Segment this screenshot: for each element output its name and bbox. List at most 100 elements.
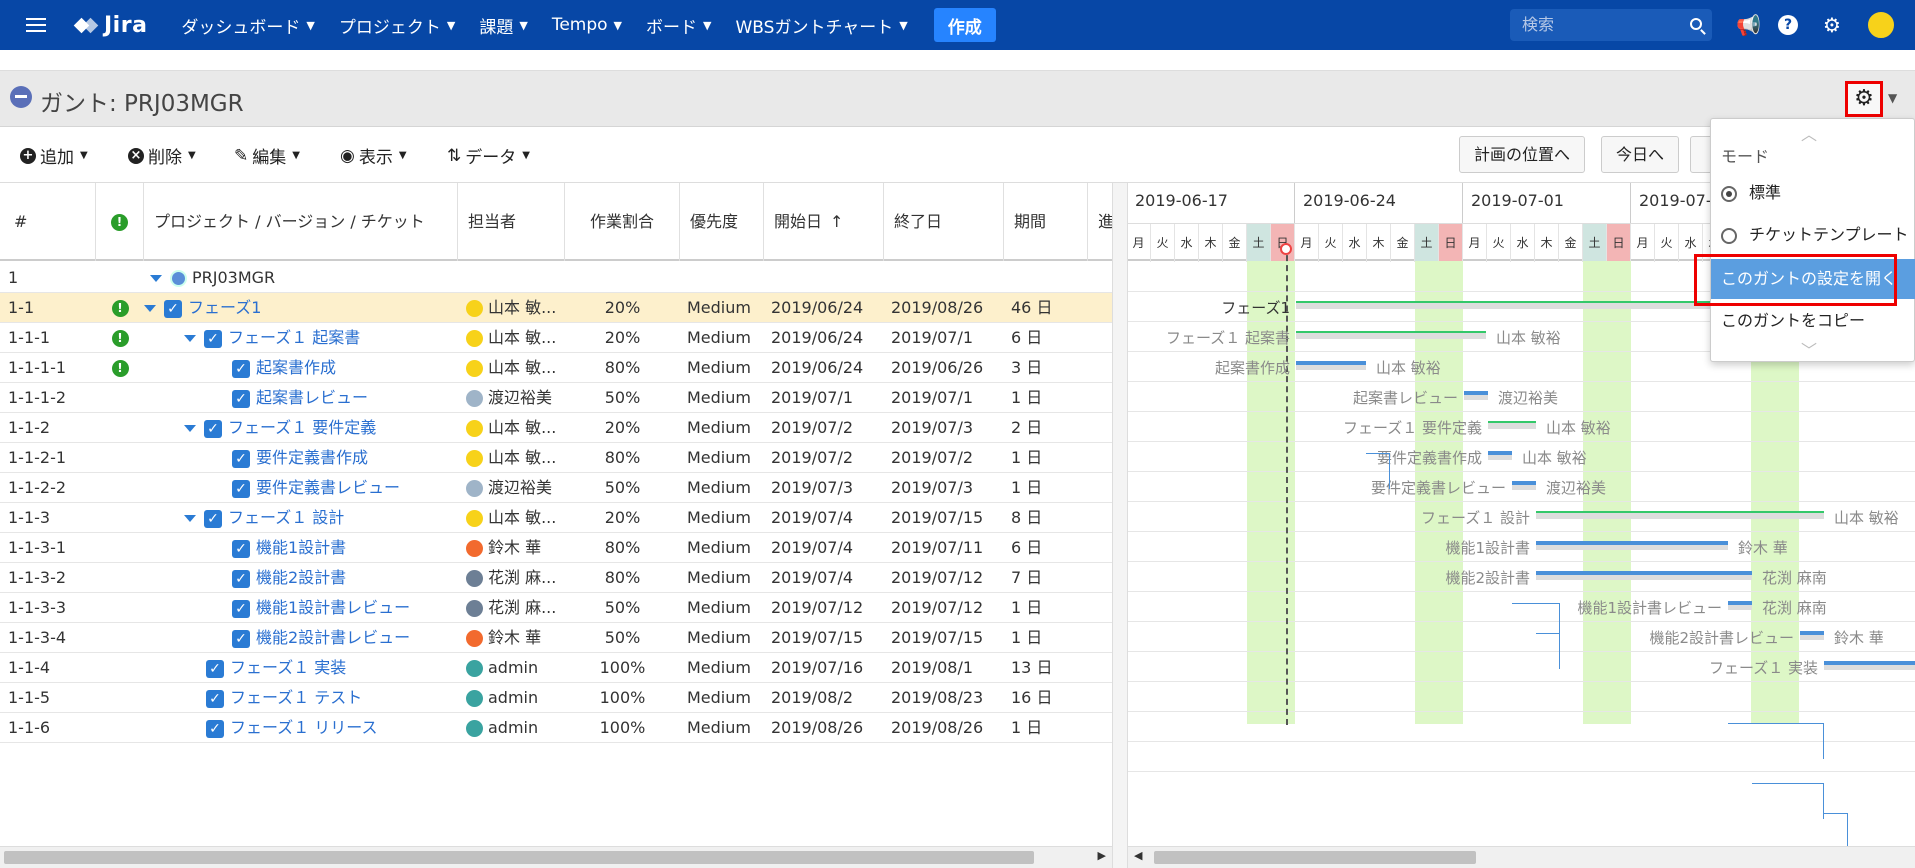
table-row[interactable]: 1-1-3-2 ✓ 機能2設計書 花渕 麻... 80% Medium 2019/07/4 2… xyxy=(0,563,1112,593)
mode-standard-option[interactable]: 標準 xyxy=(1721,179,1781,203)
checkbox-icon[interactable]: ✓ xyxy=(206,719,224,738)
summary-bar[interactable] xyxy=(1488,421,1536,429)
scroll-left-icon[interactable]: ◀ xyxy=(1134,849,1142,862)
table-row[interactable]: 1-1-2-1 ✓ 要件定義書作成 山本 敏... 80% Medium 2019/07/2… xyxy=(0,443,1112,473)
user-avatar[interactable] xyxy=(1866,10,1896,40)
settings-gear-icon[interactable]: ⚙ xyxy=(1820,13,1844,37)
table-row[interactable]: 1-1-3-4 ✓ 機能2設計書レビュー 鈴木 華 50% Medium 2019/07/1… xyxy=(0,623,1112,653)
table-row[interactable]: 1-1-1-1! ✓ 起案書作成 山本 敏... 80% Medium 2019/06/24… xyxy=(0,353,1112,383)
checkbox-icon[interactable]: ✓ xyxy=(206,659,224,678)
table-row[interactable]: 1-1-1-2 ✓ 起案書レビュー 渡辺裕美 50% Medium 2019/07/1 201… xyxy=(0,383,1112,413)
col-start[interactable]: 開始日 ↑ xyxy=(764,183,884,261)
checkbox-icon[interactable]: ✓ xyxy=(232,359,250,378)
scroll-thumb[interactable] xyxy=(4,851,1034,864)
expand-toggle-icon[interactable] xyxy=(184,515,196,522)
chevron-down-icon[interactable]: ▼ xyxy=(1888,91,1897,105)
col-num[interactable]: # xyxy=(0,183,96,261)
checkbox-icon[interactable]: ✓ xyxy=(232,389,250,408)
hamburger-menu-icon[interactable] xyxy=(26,18,46,32)
nav-menu-1[interactable]: プロジェクト ▼ xyxy=(339,13,455,38)
data-menu-button[interactable]: ⇅ データ ▼ xyxy=(447,143,530,169)
col-priority[interactable]: 優先度 xyxy=(680,183,764,261)
nav-menu-0[interactable]: ダッシュボード ▼ xyxy=(181,13,314,38)
row-name[interactable]: ✓ フェーズ１ 設計 xyxy=(184,503,458,533)
col-assignee[interactable]: 担当者 xyxy=(458,183,565,261)
col-ratio[interactable]: 作業割合 xyxy=(565,183,680,261)
megaphone-icon[interactable]: 📢 xyxy=(1736,13,1761,37)
row-name[interactable]: ✓ フェーズ1 xyxy=(144,293,458,323)
scroll-thumb[interactable] xyxy=(1154,851,1476,864)
nav-menu-4[interactable]: ボード ▼ xyxy=(646,13,711,38)
table-row[interactable]: 1-1-1! ✓ フェーズ１ 起案書 山本 敏... 20% Medium 2019/06/… xyxy=(0,323,1112,353)
add-menu-button[interactable]: + 追加 ▼ xyxy=(20,143,88,168)
gantt-settings-gear-button[interactable]: ⚙ xyxy=(1845,81,1883,117)
scroll-right-icon[interactable]: ▶ xyxy=(1098,849,1106,862)
task-bar[interactable] xyxy=(1536,541,1728,550)
row-name[interactable]: ✓ フェーズ１ テスト xyxy=(206,683,458,713)
scroll-down-chevron-icon[interactable]: ﹀ xyxy=(1801,337,1817,361)
pane-splitter[interactable] xyxy=(1112,183,1128,868)
table-row[interactable]: 1 PRJ03MGR xyxy=(0,263,1112,293)
row-name[interactable]: ✓ 機能1設計書レビュー xyxy=(232,593,458,623)
row-name[interactable]: ✓ 起案書レビュー xyxy=(232,383,458,413)
jira-logo[interactable]: Jira xyxy=(73,13,147,38)
row-name[interactable]: ✓ フェーズ１ 起案書 xyxy=(184,323,458,353)
checkbox-icon[interactable]: ✓ xyxy=(204,329,222,348)
nav-menu-2[interactable]: 課題 ▼ xyxy=(479,13,527,38)
row-name[interactable]: ✓ 機能1設計書 xyxy=(232,533,458,563)
checkbox-icon[interactable]: ✓ xyxy=(232,539,250,558)
row-name[interactable]: ✓ 起案書作成 xyxy=(232,353,458,383)
chart-horizontal-scrollbar[interactable]: ◀ xyxy=(1128,846,1915,868)
task-bar[interactable] xyxy=(1728,601,1752,610)
checkbox-icon[interactable]: ✓ xyxy=(232,599,250,618)
summary-bar[interactable] xyxy=(1536,511,1824,519)
checkbox-icon[interactable]: ✓ xyxy=(232,449,250,468)
expand-toggle-icon[interactable] xyxy=(144,305,156,312)
view-menu-button[interactable]: ◉ 表示 ▼ xyxy=(340,143,407,169)
col-warning[interactable]: ! xyxy=(96,183,144,261)
row-name[interactable]: ✓ 要件定義書レビュー xyxy=(232,473,458,503)
expand-toggle-icon[interactable] xyxy=(150,275,162,282)
search-input[interactable]: 検索 xyxy=(1510,9,1712,41)
checkbox-icon[interactable]: ✓ xyxy=(204,419,222,438)
scroll-up-chevron-icon[interactable]: ︿ xyxy=(1801,121,1817,145)
checkbox-icon[interactable]: ✓ xyxy=(206,689,224,708)
today-button[interactable]: 今日へ xyxy=(1601,136,1680,173)
checkbox-icon[interactable]: ✓ xyxy=(232,569,250,588)
expand-toggle-icon[interactable] xyxy=(184,425,196,432)
task-bar[interactable] xyxy=(1512,481,1536,490)
col-end[interactable]: 終了日 xyxy=(884,183,1004,261)
copy-gantt-item[interactable]: このガントをコピー xyxy=(1721,307,1865,331)
table-row[interactable]: 1-1! ✓ フェーズ1 山本 敏... 20% Medium 2019/06/24 2019… xyxy=(0,293,1112,323)
col-project[interactable]: プロジェクト / バージョン / チケット xyxy=(144,183,458,261)
nav-menu-5[interactable]: WBSガントチャート ▼ xyxy=(735,13,907,38)
table-row[interactable]: 1-1-4 ✓ フェーズ１ 実装 admin 100% Medium 2019/07/16 2… xyxy=(0,653,1112,683)
summary-bar[interactable] xyxy=(1296,331,1486,339)
row-name[interactable]: PRJ03MGR xyxy=(150,263,458,293)
table-row[interactable]: 1-1-6 ✓ フェーズ１ リリース admin 100% Medium 2019/08/2… xyxy=(0,713,1112,743)
col-extra[interactable]: 進 xyxy=(1088,183,1112,261)
row-name[interactable]: ✓ フェーズ１ リリース xyxy=(206,713,458,743)
nav-menu-3[interactable]: Tempo ▼ xyxy=(552,15,622,35)
table-row[interactable]: 1-1-2-2 ✓ 要件定義書レビュー 渡辺裕美 50% Medium 2019/07/3 2… xyxy=(0,473,1112,503)
task-bar[interactable] xyxy=(1824,661,1915,670)
plan-position-button[interactable]: 計画の位置へ xyxy=(1459,136,1586,173)
create-button[interactable]: 作成 xyxy=(933,8,996,42)
table-row[interactable]: 1-1-2 ✓ フェーズ１ 要件定義 山本 敏... 20% Medium 2019/07/… xyxy=(0,413,1112,443)
checkbox-icon[interactable]: ✓ xyxy=(204,509,222,528)
table-horizontal-scrollbar[interactable]: ▶ xyxy=(0,846,1112,868)
table-row[interactable]: 1-1-5 ✓ フェーズ１ テスト admin 100% Medium 2019/08/2 2… xyxy=(0,683,1112,713)
task-bar[interactable] xyxy=(1464,391,1488,400)
edit-menu-button[interactable]: ✎ 編集 ▼ xyxy=(234,143,300,169)
help-icon[interactable]: ? xyxy=(1778,15,1798,35)
expand-toggle-icon[interactable] xyxy=(184,335,196,342)
task-bar[interactable] xyxy=(1800,631,1824,640)
row-name[interactable]: ✓ フェーズ１ 実装 xyxy=(206,653,458,683)
row-name[interactable]: ✓ フェーズ１ 要件定義 xyxy=(184,413,458,443)
table-row[interactable]: 1-1-3-3 ✓ 機能1設計書レビュー 花渕 麻... 50% Medium 2019/0… xyxy=(0,593,1112,623)
col-duration[interactable]: 期間 xyxy=(1004,183,1088,261)
checkbox-icon[interactable]: ✓ xyxy=(232,629,250,648)
table-row[interactable]: 1-1-3-1 ✓ 機能1設計書 鈴木 華 80% Medium 2019/07/4 2019… xyxy=(0,533,1112,563)
checkbox-icon[interactable]: ✓ xyxy=(232,479,250,498)
row-name[interactable]: ✓ 要件定義書作成 xyxy=(232,443,458,473)
